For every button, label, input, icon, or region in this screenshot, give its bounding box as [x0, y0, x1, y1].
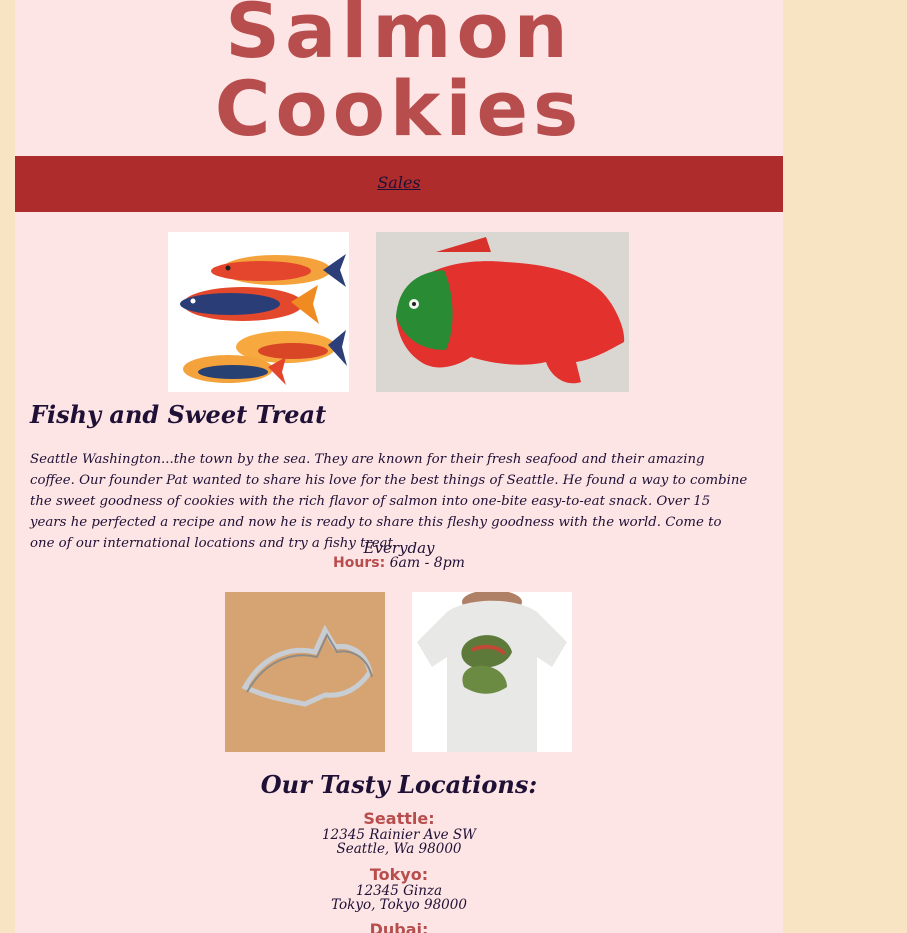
salmon-cookies-image [168, 232, 349, 392]
location-address-line1: 12345 Ginza [355, 883, 443, 899]
cookie-cutter-image [225, 592, 385, 752]
title-line-1: Salmon [225, 0, 573, 75]
salmon-tshirt-image [412, 592, 572, 752]
location-name: Dubai: [369, 920, 429, 933]
sales-link[interactable]: Sales [377, 173, 420, 192]
location-address-line2: Tokyo, Tokyo 98000 [331, 897, 467, 913]
red-salmon-cookie-image [376, 232, 629, 392]
page-panel: Salmon Cookies Sales Fishy and Sweet Tre… [15, 0, 783, 933]
location-dubai: Dubai: [15, 921, 783, 933]
site-title: Salmon Cookies [15, 0, 783, 148]
about-heading: Fishy and Sweet Treat [30, 400, 327, 429]
title-line-2: Cookies [214, 64, 584, 153]
location-name: Tokyo: [369, 865, 429, 884]
nav-bar: Sales [15, 156, 783, 212]
hours-label: Hours: [333, 555, 386, 571]
hours-row: Hours: 6am - 8pm [15, 555, 783, 571]
location-address-line1: 12345 Rainier Ave SW [321, 827, 477, 843]
location-address-line2: Seattle, Wa 98000 [336, 841, 462, 857]
locations-heading: Our Tasty Locations: [260, 770, 538, 799]
location-name: Seattle: [363, 809, 435, 828]
location-seattle: Seattle: 12345 Rainier Ave SW Seattle, W… [15, 809, 783, 857]
hours-value: 6am - 8pm [389, 555, 465, 571]
location-tokyo: Tokyo: 12345 Ginza Tokyo, Tokyo 98000 [15, 865, 783, 913]
